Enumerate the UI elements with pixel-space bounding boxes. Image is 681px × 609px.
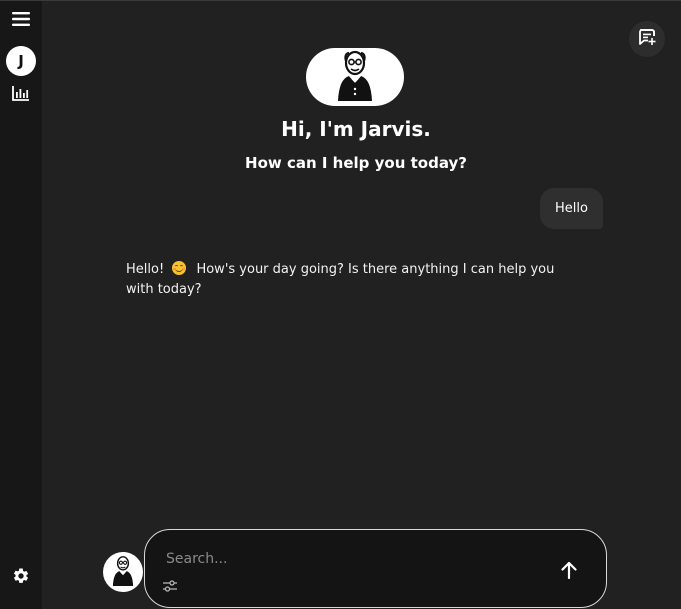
gear-icon xyxy=(12,567,30,589)
menu-button[interactable] xyxy=(10,10,32,32)
composer xyxy=(144,529,607,608)
assistant-message: Hello! How's your day going? Is there an… xyxy=(126,260,572,300)
greeting-title: Hi, I'm Jarvis. xyxy=(281,117,431,141)
hamburger-menu-icon xyxy=(12,11,30,31)
user-avatar-letter: J xyxy=(18,52,24,70)
greeting-subtitle: How can I help you today? xyxy=(245,154,467,172)
arrow-up-icon xyxy=(561,561,577,583)
smiling-face-emoji xyxy=(172,261,187,275)
assistant-avatar xyxy=(306,48,404,106)
options-button[interactable] xyxy=(161,577,179,595)
butler-avatar-icon xyxy=(111,555,135,590)
new-chat-icon xyxy=(637,27,657,51)
assistant-message-text-continued: How's your day going? Is there anything … xyxy=(126,262,555,297)
stats-button[interactable] xyxy=(10,84,32,106)
sliders-icon xyxy=(163,577,177,596)
user-avatar[interactable]: J xyxy=(6,46,36,76)
butler-avatar-icon xyxy=(335,49,375,105)
chat-app: J Hi, I'm Jarvis. How can I help you tod… xyxy=(0,0,681,609)
assistant-message-text: Hello! xyxy=(126,262,165,277)
bar-chart-icon xyxy=(12,85,30,105)
send-button[interactable] xyxy=(555,558,583,586)
composer-avatar xyxy=(103,552,143,592)
new-chat-button[interactable] xyxy=(629,21,665,57)
user-message-text: Hello xyxy=(555,201,588,216)
sidebar: J xyxy=(0,1,42,609)
search-input[interactable] xyxy=(166,548,536,570)
settings-button[interactable] xyxy=(10,567,32,589)
user-message: Hello xyxy=(540,188,603,229)
